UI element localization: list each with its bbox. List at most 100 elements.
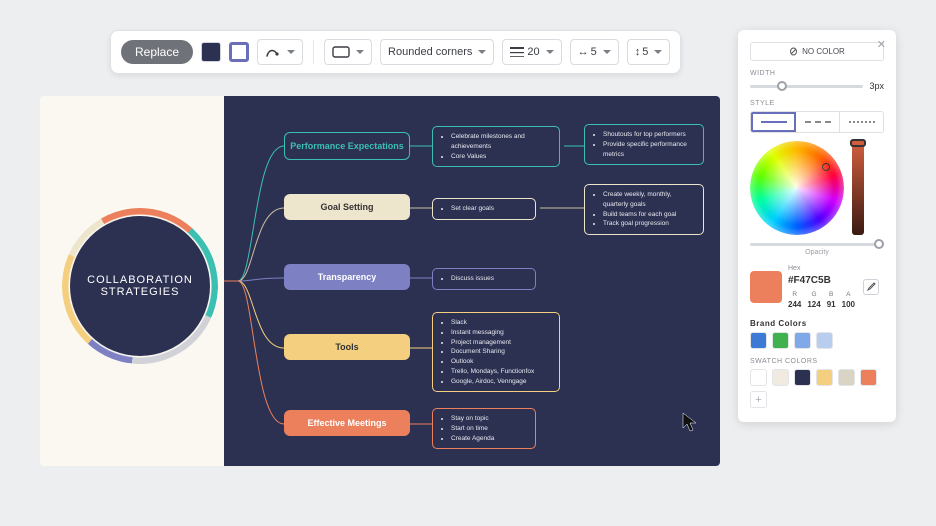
stroke-style-dot[interactable] xyxy=(840,112,883,132)
note-item: Celebrate milestones and achievements xyxy=(451,132,551,152)
note-item: Set clear goals xyxy=(451,204,527,214)
saturation-slider[interactable] xyxy=(852,141,864,235)
color-panel: ✕ NO COLOR WIDTH 3px STYLE Opacity Hex #… xyxy=(738,30,896,422)
format-toolbar: Replace Rounded corners 20 ↔ 5 ↕ 5 xyxy=(110,30,681,74)
note-item: Shoutouts for top performers xyxy=(603,130,695,140)
opacity-slider[interactable] xyxy=(750,243,884,246)
note-item: Track goal progression xyxy=(603,219,695,229)
color-wheel-handle[interactable] xyxy=(822,163,830,171)
add-swatch-button[interactable]: + xyxy=(750,391,767,408)
note-item: Stay on topic xyxy=(451,414,527,424)
branch-node[interactable]: Transparency xyxy=(284,264,410,290)
brand-colors-row xyxy=(750,332,884,349)
branch-node[interactable]: Effective Meetings xyxy=(284,410,410,436)
h-spacing-value: 5 xyxy=(591,46,597,58)
canvas-left-panel: COLLABORATION STRATEGIES xyxy=(40,96,224,466)
notes-box[interactable]: Celebrate milestones and achievementsCor… xyxy=(432,126,560,167)
note-item: Build teams for each goal xyxy=(603,210,695,220)
stroke-style-group xyxy=(750,111,884,133)
center-node-title: COLLABORATION STRATEGIES xyxy=(78,274,202,298)
stroke-weight-dropdown[interactable]: 20 xyxy=(502,39,561,65)
chevron-down-icon xyxy=(287,50,295,54)
swatch-color[interactable] xyxy=(750,369,767,386)
note-item: Trello, Mondays, Functionfox xyxy=(451,367,551,377)
branch-label: Transparency xyxy=(318,272,377,282)
branch-label: Tools xyxy=(335,342,358,352)
branch-node[interactable]: Performance Expectations xyxy=(284,132,410,160)
rectangle-shape-icon xyxy=(332,46,350,58)
chevron-down-icon xyxy=(546,50,554,54)
swatch-colors-row: + xyxy=(750,369,884,408)
stroke-style-dash[interactable] xyxy=(796,112,840,132)
swatch-color[interactable] xyxy=(838,369,855,386)
note-item: Create weekly, monthly, quarterly goals xyxy=(603,190,695,210)
no-color-icon xyxy=(789,47,798,56)
fill-color-swatch[interactable] xyxy=(201,42,221,62)
note-item: Start on time xyxy=(451,424,527,434)
notes-box[interactable]: Set clear goals xyxy=(432,198,536,220)
brand-color-swatch[interactable] xyxy=(816,332,833,349)
saturation-handle[interactable] xyxy=(850,139,866,147)
style-label: STYLE xyxy=(750,100,884,107)
stroke-width-value: 3px xyxy=(869,81,884,91)
design-canvas[interactable]: COLLABORATION STRATEGIES Performance Exp… xyxy=(40,96,720,466)
line-style-dropdown[interactable] xyxy=(257,39,303,65)
chevron-down-icon xyxy=(603,50,611,54)
note-item: Provide specific performance metrics xyxy=(603,140,695,160)
canvas-right-panel: Performance Expectations Goal Setting Tr… xyxy=(224,96,720,466)
corner-style-dropdown[interactable]: Rounded corners xyxy=(380,39,494,65)
notes-box[interactable]: SlackInstant messagingProject management… xyxy=(432,312,560,392)
branch-node[interactable]: Tools xyxy=(284,334,410,360)
note-item: Project management xyxy=(451,338,551,348)
no-color-label: NO COLOR xyxy=(802,47,845,56)
notes-box[interactable]: Stay on topicStart on timeCreate Agenda xyxy=(432,408,536,449)
chevron-down-icon xyxy=(356,50,364,54)
hex-value[interactable]: #F47C5B xyxy=(788,274,855,288)
notes-box[interactable]: Discuss issues xyxy=(432,268,536,290)
no-color-button[interactable]: NO COLOR xyxy=(750,42,884,61)
stroke-style-solid[interactable] xyxy=(751,112,796,132)
replace-button[interactable]: Replace xyxy=(121,40,193,64)
corner-style-label: Rounded corners xyxy=(388,46,472,58)
vertical-spacing-dropdown[interactable]: ↕ 5 xyxy=(627,39,671,65)
branch-label: Effective Meetings xyxy=(307,418,386,428)
brand-color-swatch[interactable] xyxy=(750,332,767,349)
swatch-color[interactable] xyxy=(816,369,833,386)
notes-box[interactable]: Create weekly, monthly, quarterly goalsB… xyxy=(584,184,704,235)
swatch-colors-label: SWATCH COLORS xyxy=(750,358,884,365)
horizontal-spacing-dropdown[interactable]: ↔ 5 xyxy=(570,39,619,65)
color-wheel[interactable] xyxy=(750,141,844,235)
pointer-cursor-icon xyxy=(682,412,698,434)
brand-color-swatch[interactable] xyxy=(794,332,811,349)
eyedropper-button[interactable] xyxy=(863,279,879,295)
note-item: Outlook xyxy=(451,357,551,367)
hex-label: Hex xyxy=(788,264,855,274)
chevron-down-icon xyxy=(654,50,662,54)
chevron-down-icon xyxy=(478,50,486,54)
brand-color-swatch[interactable] xyxy=(772,332,789,349)
rgba-values: R244 G124 B91 A100 xyxy=(788,290,855,310)
note-item: Discuss issues xyxy=(451,274,527,284)
brand-colors-label: Brand Colors xyxy=(750,319,884,328)
note-item: Slack xyxy=(451,318,551,328)
notes-box[interactable]: Shoutouts for top performersProvide spec… xyxy=(584,124,704,165)
current-color-swatch xyxy=(750,271,782,303)
swatch-color[interactable] xyxy=(794,369,811,386)
shape-dropdown[interactable] xyxy=(324,39,372,65)
note-item: Instant messaging xyxy=(451,328,551,338)
arrow-vertical-icon: ↕ xyxy=(635,46,640,58)
note-item: Document Sharing xyxy=(451,347,551,357)
stroke-weight-value: 20 xyxy=(527,46,539,58)
stroke-color-swatch[interactable] xyxy=(229,42,249,62)
swatch-color[interactable] xyxy=(772,369,789,386)
note-item: Create Agenda xyxy=(451,434,527,444)
close-icon[interactable]: ✕ xyxy=(877,38,886,51)
branch-node[interactable]: Goal Setting xyxy=(284,194,410,220)
stroke-tool-icon xyxy=(265,45,281,59)
stroke-width-slider[interactable] xyxy=(750,85,863,88)
arrow-horizontal-icon: ↔ xyxy=(578,46,588,58)
center-node[interactable]: COLLABORATION STRATEGIES xyxy=(70,216,210,356)
swatch-color[interactable] xyxy=(860,369,877,386)
line-weight-icon xyxy=(510,46,524,58)
note-item: Core Values xyxy=(451,152,551,162)
